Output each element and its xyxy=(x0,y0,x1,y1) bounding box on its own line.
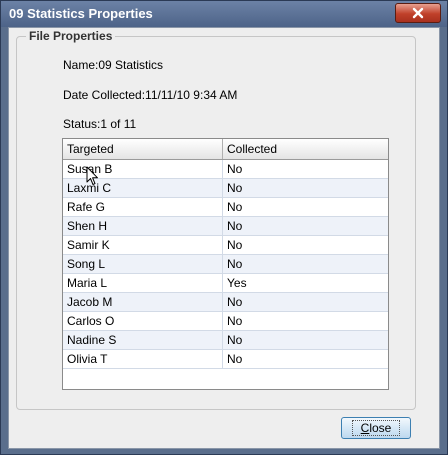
table-row[interactable]: Nadine S No xyxy=(63,331,388,350)
close-x-icon xyxy=(412,7,424,19)
cell-targeted: Maria L xyxy=(63,274,223,292)
property-status: Status:1 of 11 xyxy=(63,117,137,131)
property-name: Name:09 Statistics xyxy=(63,58,164,72)
column-header-targeted[interactable]: Targeted xyxy=(63,139,223,159)
cell-collected: Yes xyxy=(227,276,247,290)
cell-targeted: Olivia T xyxy=(63,350,223,368)
close-button-label: Close xyxy=(351,420,401,436)
table-body: Susan B No Laxmi C No Rafe G No Shen H No Samir … xyxy=(63,160,388,369)
cell-collected: No xyxy=(227,333,243,347)
column-header-collected[interactable]: Collected xyxy=(223,139,388,159)
table-row[interactable]: Carlos O No xyxy=(63,312,388,331)
group-legend: File Properties xyxy=(26,29,116,43)
table-row[interactable]: Olivia T No xyxy=(63,350,388,369)
title-bar[interactable]: 09 Statistics Properties xyxy=(1,1,447,27)
cell-collected: No xyxy=(227,200,243,214)
cell-collected: No xyxy=(227,162,243,176)
cell-collected: No xyxy=(227,314,243,328)
cell-collected: No xyxy=(227,257,243,271)
table-row[interactable]: Song L No xyxy=(63,255,388,274)
table-row[interactable]: Samir K No xyxy=(63,236,388,255)
collection-table: Targeted Collected Susan B No Laxmi C No Raf… xyxy=(62,138,389,390)
cell-collected: No xyxy=(227,219,243,233)
table-row[interactable]: Jacob M No xyxy=(63,293,388,312)
dialog-title: 09 Statistics Properties xyxy=(9,6,153,21)
cell-targeted: Shen H xyxy=(63,217,223,235)
cell-collected: No xyxy=(227,295,243,309)
cell-targeted: Jacob M xyxy=(63,293,223,311)
cell-targeted: Samir K xyxy=(63,236,223,254)
cell-collected: No xyxy=(227,352,243,366)
cell-targeted: Song L xyxy=(63,255,223,273)
close-button[interactable]: Close xyxy=(341,417,411,439)
table-row[interactable]: Shen H No xyxy=(63,217,388,236)
table-row[interactable]: Susan B No xyxy=(63,160,388,179)
mouse-cursor-icon xyxy=(86,166,98,185)
cell-collected: No xyxy=(227,238,243,252)
cell-targeted: Carlos O xyxy=(63,312,223,330)
cell-collected: No xyxy=(227,181,243,195)
cell-targeted: Rafe G xyxy=(63,198,223,216)
table-row[interactable]: Rafe G No xyxy=(63,198,388,217)
table-row[interactable]: Maria L Yes xyxy=(63,274,388,293)
property-date-collected: Date Collected:11/11/10 9:34 AM xyxy=(63,88,238,102)
cell-targeted: Nadine S xyxy=(63,331,223,349)
table-header: Targeted Collected xyxy=(63,139,388,160)
title-close-button[interactable] xyxy=(395,3,441,23)
table-row[interactable]: Laxmi C No xyxy=(63,179,388,198)
